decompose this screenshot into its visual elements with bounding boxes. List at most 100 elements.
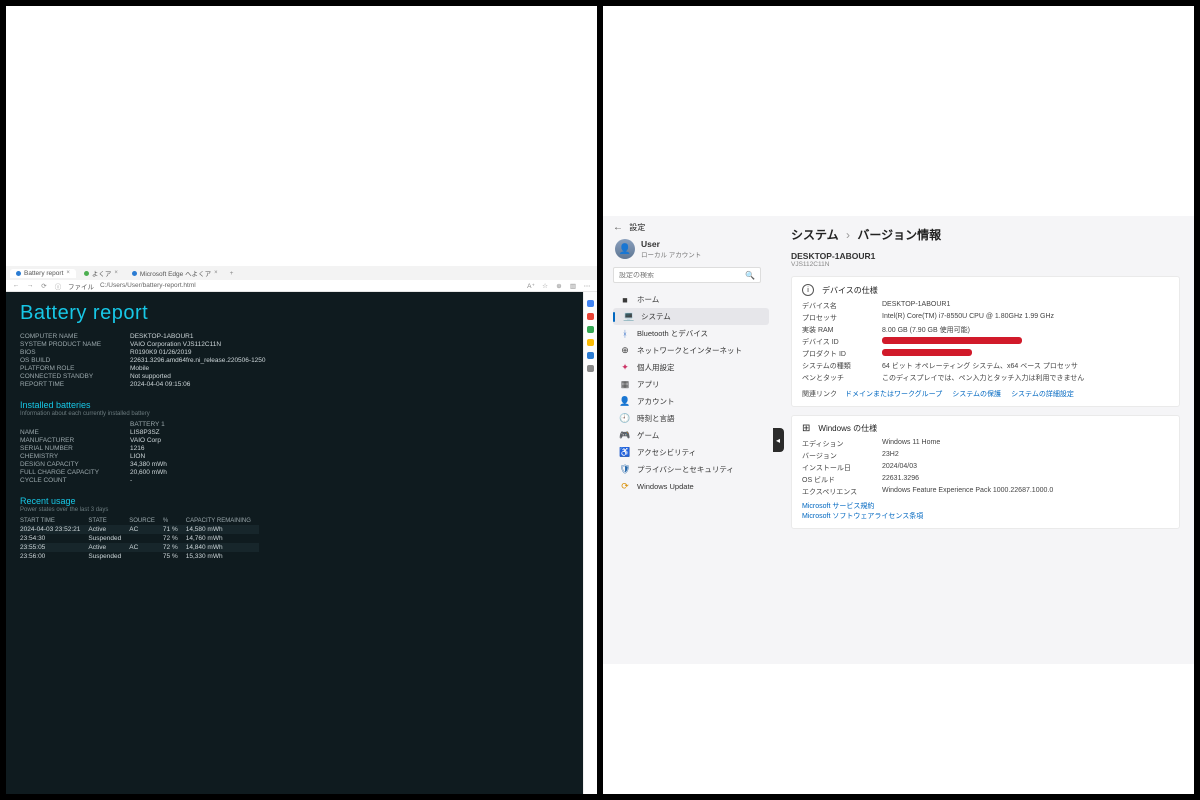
- tab-3[interactable]: Microsoft Edge へよくア ×: [126, 267, 224, 279]
- sys-val: Not supported: [130, 373, 171, 380]
- sys-key: SYSTEM PRODUCT NAME: [20, 341, 130, 348]
- col-header: STATE: [88, 517, 129, 525]
- avatar: 👤: [615, 239, 635, 259]
- back-icon[interactable]: ←: [12, 282, 20, 289]
- nav-icon: ⟳: [619, 481, 631, 492]
- recent-usage-heading: Recent usage: [20, 496, 583, 506]
- reload-icon[interactable]: ⟳: [40, 282, 48, 290]
- installed-batteries-heading: Installed batteries: [20, 400, 583, 410]
- sidebar-icon[interactable]: [587, 326, 594, 333]
- right-panel: ← 設定 👤 User ローカル アカウント 🔍 ■ホーム💻システムᚼBluet…: [603, 6, 1194, 794]
- battery-report-page: Battery report COMPUTER NAMEDESKTOP-1ABO…: [6, 292, 597, 794]
- close-tab-icon[interactable]: ×: [66, 270, 70, 276]
- win-key: インストール日: [802, 463, 882, 473]
- batt-val: 20,600 mWh: [130, 469, 167, 476]
- file-icon: ⓘ: [54, 281, 62, 291]
- nav-item-時刻と言語[interactable]: 🕘時刻と言語: [613, 410, 769, 427]
- related-link[interactable]: システムの詳細設定: [1011, 391, 1074, 398]
- nav-item-プライバシーとセキュリティ[interactable]: 🛡プライバシーとセキュリティ: [613, 461, 769, 478]
- sidebar-icon[interactable]: [587, 339, 594, 346]
- device-spec-card: i デバイスの仕様 デバイス名DESKTOP-1ABOUR1プロセッサIntel…: [791, 276, 1180, 407]
- sidebar-icon[interactable]: [587, 352, 594, 359]
- installed-batteries-sub: Information about each currently install…: [20, 411, 583, 417]
- tab-2[interactable]: よくア ×: [78, 267, 124, 279]
- nav-item-アクセシビリティ[interactable]: ♿アクセシビリティ: [613, 444, 769, 461]
- ms-link[interactable]: Microsoft ソフトウェアライセンス条項: [802, 511, 1169, 521]
- collections-icon[interactable]: ⊕: [555, 282, 563, 290]
- user-subtitle: ローカル アカウント: [641, 249, 701, 259]
- search-input[interactable]: [619, 272, 745, 279]
- col-header: SOURCE: [129, 517, 163, 525]
- usage-row: 23:56:00Suspended75 %15,330 mWh: [20, 552, 259, 561]
- related-link[interactable]: ドメインまたはワークグループ: [845, 391, 942, 398]
- nav-item-個人用設定[interactable]: ✦個人用設定: [613, 359, 769, 376]
- favorites-icon[interactable]: ☆: [541, 282, 549, 290]
- nav-item-アカウント[interactable]: 👤アカウント: [613, 393, 769, 410]
- win-row: バージョン23H2: [802, 451, 1169, 461]
- nav-item-ホーム[interactable]: ■ホーム: [613, 291, 769, 308]
- settings-sidebar: ← 設定 👤 User ローカル アカウント 🔍 ■ホーム💻システムᚼBluet…: [603, 216, 773, 664]
- sys-key: BIOS: [20, 349, 130, 356]
- sys-row: CONNECTED STANDBYNot supported: [20, 373, 583, 380]
- nav-label: プライバシーとセキュリティ: [637, 464, 734, 475]
- read-aloud-icon[interactable]: A⁺: [527, 282, 535, 290]
- sidebar-icon[interactable]: [587, 313, 594, 320]
- chevron-right-icon: ›: [846, 228, 850, 242]
- win-row: OS ビルド22631.3296: [802, 475, 1169, 485]
- nav-item-Bluetooth とデバイス[interactable]: ᚼBluetooth とデバイス: [613, 325, 769, 342]
- url-text[interactable]: C:/Users/User/battery-report.html: [100, 282, 521, 289]
- batt-key: MANUFACTURER: [20, 437, 130, 444]
- nav-item-システム[interactable]: 💻システム: [613, 308, 769, 325]
- batt-row: DESIGN CAPACITY34,380 mWh: [20, 461, 583, 468]
- crumb-system[interactable]: システム: [791, 228, 839, 242]
- spec-val: 8.00 GB (7.90 GB 使用可能): [882, 325, 1169, 335]
- nav-label: アクセシビリティ: [637, 447, 696, 458]
- nav-item-ネットワークとインターネット[interactable]: ⊕ネットワークとインターネット: [613, 342, 769, 359]
- win-row: エクスペリエンスWindows Feature Experience Pack …: [802, 487, 1169, 497]
- ms-link[interactable]: Microsoft サービス規約: [802, 501, 1169, 511]
- user-block[interactable]: 👤 User ローカル アカウント: [615, 239, 769, 259]
- batt-row: MANUFACTURERVAIO Corp: [20, 437, 583, 444]
- spec-row: 実装 RAM8.00 GB (7.90 GB 使用可能): [802, 325, 1169, 335]
- spec-val: DESKTOP-1ABOUR1: [882, 301, 1169, 311]
- nav-label: アカウント: [637, 396, 675, 407]
- spec-row: システムの種類64 ビット オペレーティング システム、x64 ベース プロセッ…: [802, 361, 1169, 371]
- nav-item-Windows Update[interactable]: ⟳ Windows Update: [613, 478, 769, 495]
- batt-row: NAMELIS8P3SZ: [20, 429, 583, 436]
- menu-icon[interactable]: ⋯: [583, 282, 591, 290]
- usage-row: 2024-04-03 23:52:21ActiveAC71 %14,580 mW…: [20, 525, 259, 534]
- tab-battery-report[interactable]: Battery report ×: [10, 269, 76, 278]
- sidebar-icon[interactable]: [587, 300, 594, 307]
- related-link[interactable]: システムの保護: [952, 391, 1001, 398]
- title-row: ← 設定: [613, 222, 769, 233]
- split-icon[interactable]: ▥: [569, 282, 577, 290]
- batt-row: SERIAL NUMBER1216: [20, 445, 583, 452]
- back-button[interactable]: ←: [613, 220, 623, 235]
- close-tab-icon[interactable]: ×: [114, 270, 118, 276]
- nav-icon: ■: [619, 295, 631, 305]
- settings-app: ← 設定 👤 User ローカル アカウント 🔍 ■ホーム💻システムᚼBluet…: [603, 216, 1194, 664]
- device-spec-title: デバイスの仕様: [822, 285, 878, 296]
- sys-key: COMPUTER NAME: [20, 333, 130, 340]
- nav-label: Windows Update: [637, 482, 694, 491]
- sys-row: OS BUILD22631.3296.amd64fre.ni_release.2…: [20, 357, 583, 364]
- spec-key: デバイス ID: [802, 337, 882, 347]
- battery-column-header: BATTERY 1: [130, 421, 165, 428]
- collapse-handle[interactable]: ◂: [773, 428, 784, 452]
- nav-label: Bluetooth とデバイス: [637, 328, 708, 339]
- nav-item-ゲーム[interactable]: 🎮ゲーム: [613, 427, 769, 444]
- edge-sidebar: [583, 292, 597, 794]
- win-val: Windows Feature Experience Pack 1000.226…: [882, 487, 1169, 497]
- spec-row: ペンとタッチこのディスプレイでは、ペン入力とタッチ入力は利用できません: [802, 373, 1169, 383]
- forward-icon[interactable]: →: [26, 282, 34, 289]
- close-tab-icon[interactable]: ×: [214, 270, 218, 276]
- settings-search[interactable]: 🔍: [613, 267, 761, 283]
- spec-key: デバイス名: [802, 301, 882, 311]
- nav-label: 個人用設定: [637, 362, 675, 373]
- page-favicon: [132, 271, 137, 276]
- nav-item-アプリ[interactable]: ▦アプリ: [613, 376, 769, 393]
- spec-val: Intel(R) Core(TM) i7-8550U CPU @ 1.80GHz…: [882, 313, 1169, 323]
- page-title: Battery report: [20, 302, 583, 325]
- new-tab-button[interactable]: +: [226, 270, 238, 277]
- sidebar-icon[interactable]: [587, 365, 594, 372]
